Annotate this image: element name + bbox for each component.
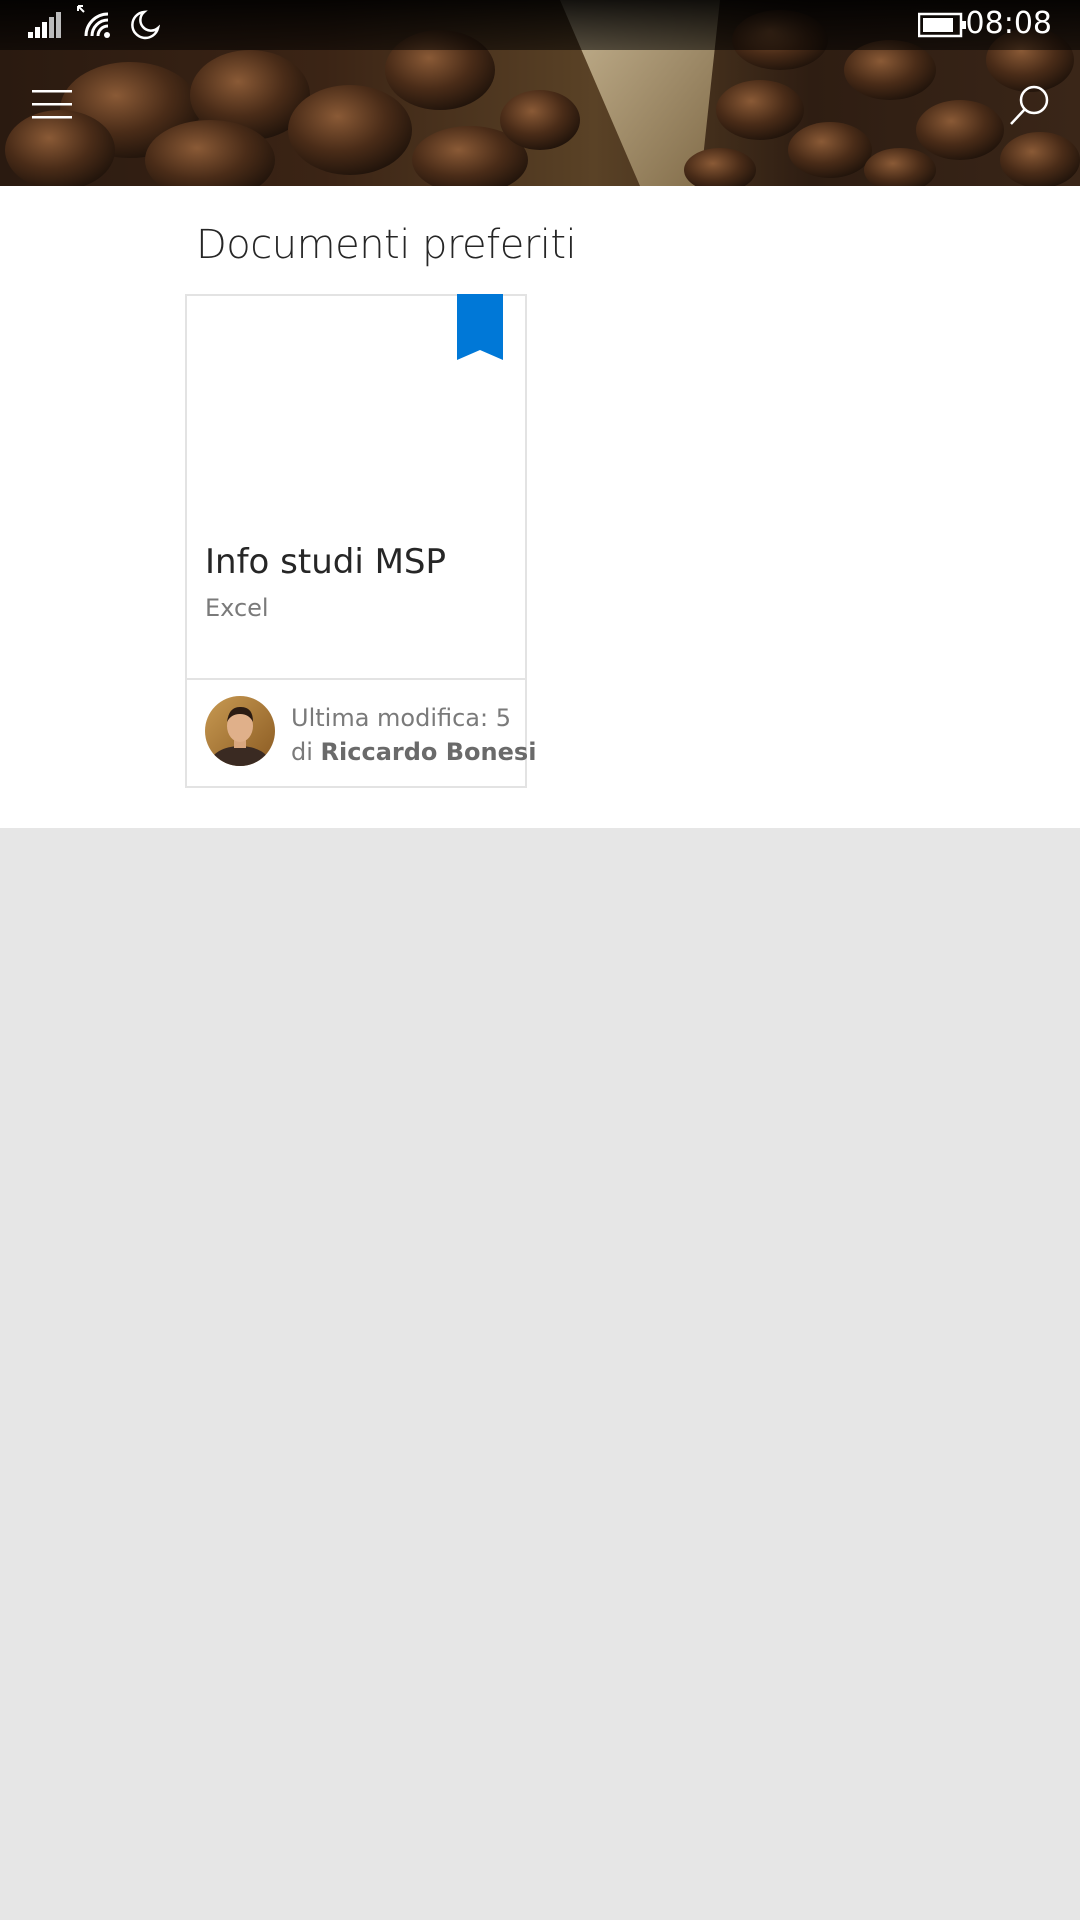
document-card[interactable]: Info studi MSP Excel Ultima modifica: 5.…	[185, 294, 536, 788]
favorites-section: Documenti preferiti Info studi MSP Excel	[0, 186, 1080, 828]
quiet-hours-moon-icon	[131, 10, 160, 40]
author-prefix: di	[291, 738, 313, 766]
author-name: Riccardo Bonesi	[320, 738, 537, 766]
document-title: Info studi MSP	[205, 542, 447, 582]
search-icon	[1010, 85, 1049, 125]
status-time: 08:08	[965, 6, 1052, 41]
bookmark-icon[interactable]	[457, 294, 503, 360]
status-bar: 08:08	[0, 0, 1080, 50]
avatar	[205, 696, 275, 766]
signal-icon	[28, 12, 61, 38]
battery-icon	[918, 12, 966, 38]
card-divider	[187, 678, 525, 680]
author-line: di Riccardo Bonesi	[291, 738, 536, 766]
hamburger-menu-icon	[32, 90, 72, 119]
last-modified-text: Ultima modifica: 5...	[291, 704, 513, 732]
header-banner: 08:08	[0, 0, 1080, 186]
search-button[interactable]	[1008, 84, 1052, 128]
section-title: Documenti preferiti	[196, 222, 577, 268]
document-type: Excel	[205, 594, 269, 622]
hamburger-menu-button[interactable]	[30, 84, 80, 124]
wifi-icon	[77, 5, 110, 38]
